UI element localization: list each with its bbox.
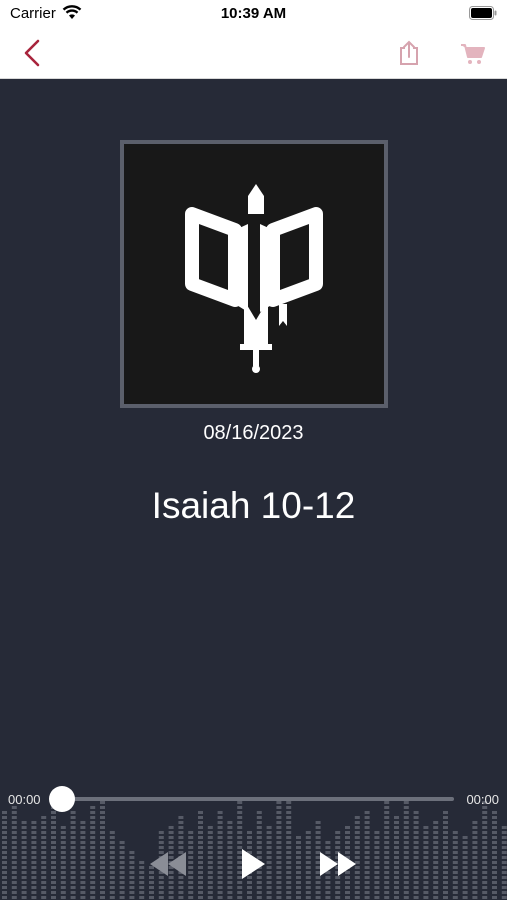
progress-thumb[interactable]	[49, 786, 75, 812]
cart-icon[interactable]	[459, 42, 487, 66]
audio-waveform	[2, 801, 507, 899]
rewind-icon[interactable]	[148, 850, 188, 878]
battery-icon	[469, 6, 497, 20]
status-bar: Carrier 10:39 AM	[0, 0, 507, 28]
episode-artwork	[120, 140, 388, 408]
share-icon[interactable]	[396, 39, 422, 67]
episode-title: Isaiah 10-12	[151, 485, 356, 526]
elapsed-time: 00:00	[8, 792, 41, 807]
chevron-left-icon[interactable]	[18, 38, 48, 68]
nav-bar	[0, 28, 507, 79]
episode-date: 08/16/2023	[203, 422, 304, 444]
progress-track[interactable]	[62, 797, 454, 801]
fast-forward-icon[interactable]	[318, 850, 358, 878]
status-time: 10:39 AM	[220, 5, 287, 22]
play-icon[interactable]	[240, 848, 266, 880]
bible-sword-icon	[185, 184, 323, 373]
remaining-time: 00:00	[466, 792, 499, 807]
